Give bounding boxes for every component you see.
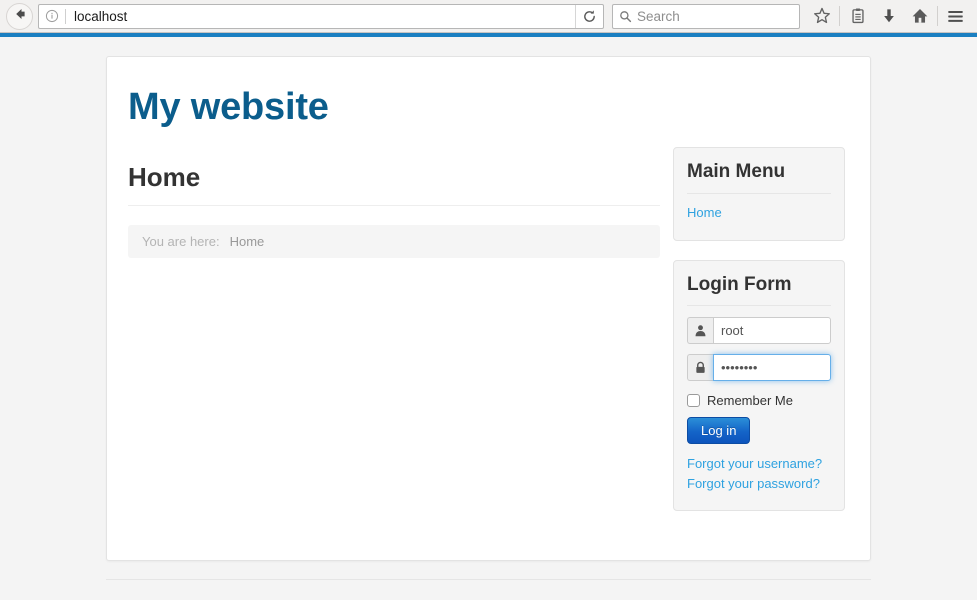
hamburger-menu-icon[interactable] xyxy=(940,2,971,31)
page-container: My website Home You are here: Home Main M… xyxy=(106,37,871,600)
login-form-title: Login Form xyxy=(687,274,831,307)
content-card: My website Home You are here: Home Main M… xyxy=(106,56,871,562)
forgot-username-link[interactable]: Forgot your username? xyxy=(687,455,831,473)
downloads-icon[interactable] xyxy=(873,2,904,31)
remember-me-row: Remember Me xyxy=(687,393,831,408)
bookmark-star-icon[interactable] xyxy=(806,2,837,31)
search-bar[interactable]: Search xyxy=(612,3,800,29)
breadcrumb: You are here: Home xyxy=(128,224,660,258)
breadcrumb-item-home[interactable]: Home xyxy=(230,234,265,249)
content-row: Home You are here: Home Main Menu Home L… xyxy=(128,129,849,531)
sidebar: Main Menu Home Login Form root •••••••• … xyxy=(673,129,845,531)
url-text: localhost xyxy=(74,8,128,24)
login-help-links: Forgot your username? Forgot your passwo… xyxy=(687,455,831,493)
main-column: Home You are here: Home xyxy=(128,129,673,258)
username-input[interactable] xyxy=(713,317,831,345)
home-icon[interactable] xyxy=(904,2,935,31)
login-form-body: Remember Me Log in Forgot your username?… xyxy=(687,306,831,493)
username-field-group xyxy=(687,317,831,345)
footer: © 2016 My website Back to Top xyxy=(106,579,871,600)
user-icon xyxy=(687,317,713,345)
remember-me-checkbox[interactable] xyxy=(687,394,700,408)
breadcrumb-label: You are here: xyxy=(142,233,220,249)
remember-me-label: Remember Me xyxy=(707,393,793,409)
page-body: My website Home You are here: Home Main M… xyxy=(0,37,977,600)
search-placeholder: Search xyxy=(637,8,680,24)
reload-icon[interactable] xyxy=(575,4,603,28)
search-icon xyxy=(613,10,637,23)
module-main-menu: Main Menu Home xyxy=(673,146,845,241)
main-menu-list: Home xyxy=(687,194,831,224)
back-button[interactable] xyxy=(6,2,33,30)
module-login-form: Login Form root •••••••• Remember Me Log… xyxy=(673,259,845,512)
sidebar-item-home[interactable]: Home xyxy=(687,205,722,220)
toolbar-divider xyxy=(839,6,840,26)
reading-list-icon[interactable] xyxy=(842,2,873,31)
back-arrow-icon xyxy=(12,6,28,27)
lock-icon xyxy=(687,354,713,382)
password-input[interactable] xyxy=(713,354,831,382)
site-title: My website xyxy=(128,86,329,128)
password-field-group xyxy=(687,354,831,382)
login-button[interactable]: Log in xyxy=(687,417,751,445)
url-bar[interactable]: localhost xyxy=(38,3,604,29)
toolbar-divider xyxy=(937,6,938,26)
forgot-password-link[interactable]: Forgot your password? xyxy=(687,475,831,493)
main-menu-title: Main Menu xyxy=(687,161,831,194)
list-item: Home xyxy=(687,202,831,224)
browser-toolbar: localhost Search xyxy=(0,0,977,33)
info-icon[interactable] xyxy=(39,5,65,28)
browser-toolbar-buttons xyxy=(806,2,971,31)
page-title: Home xyxy=(128,162,660,206)
